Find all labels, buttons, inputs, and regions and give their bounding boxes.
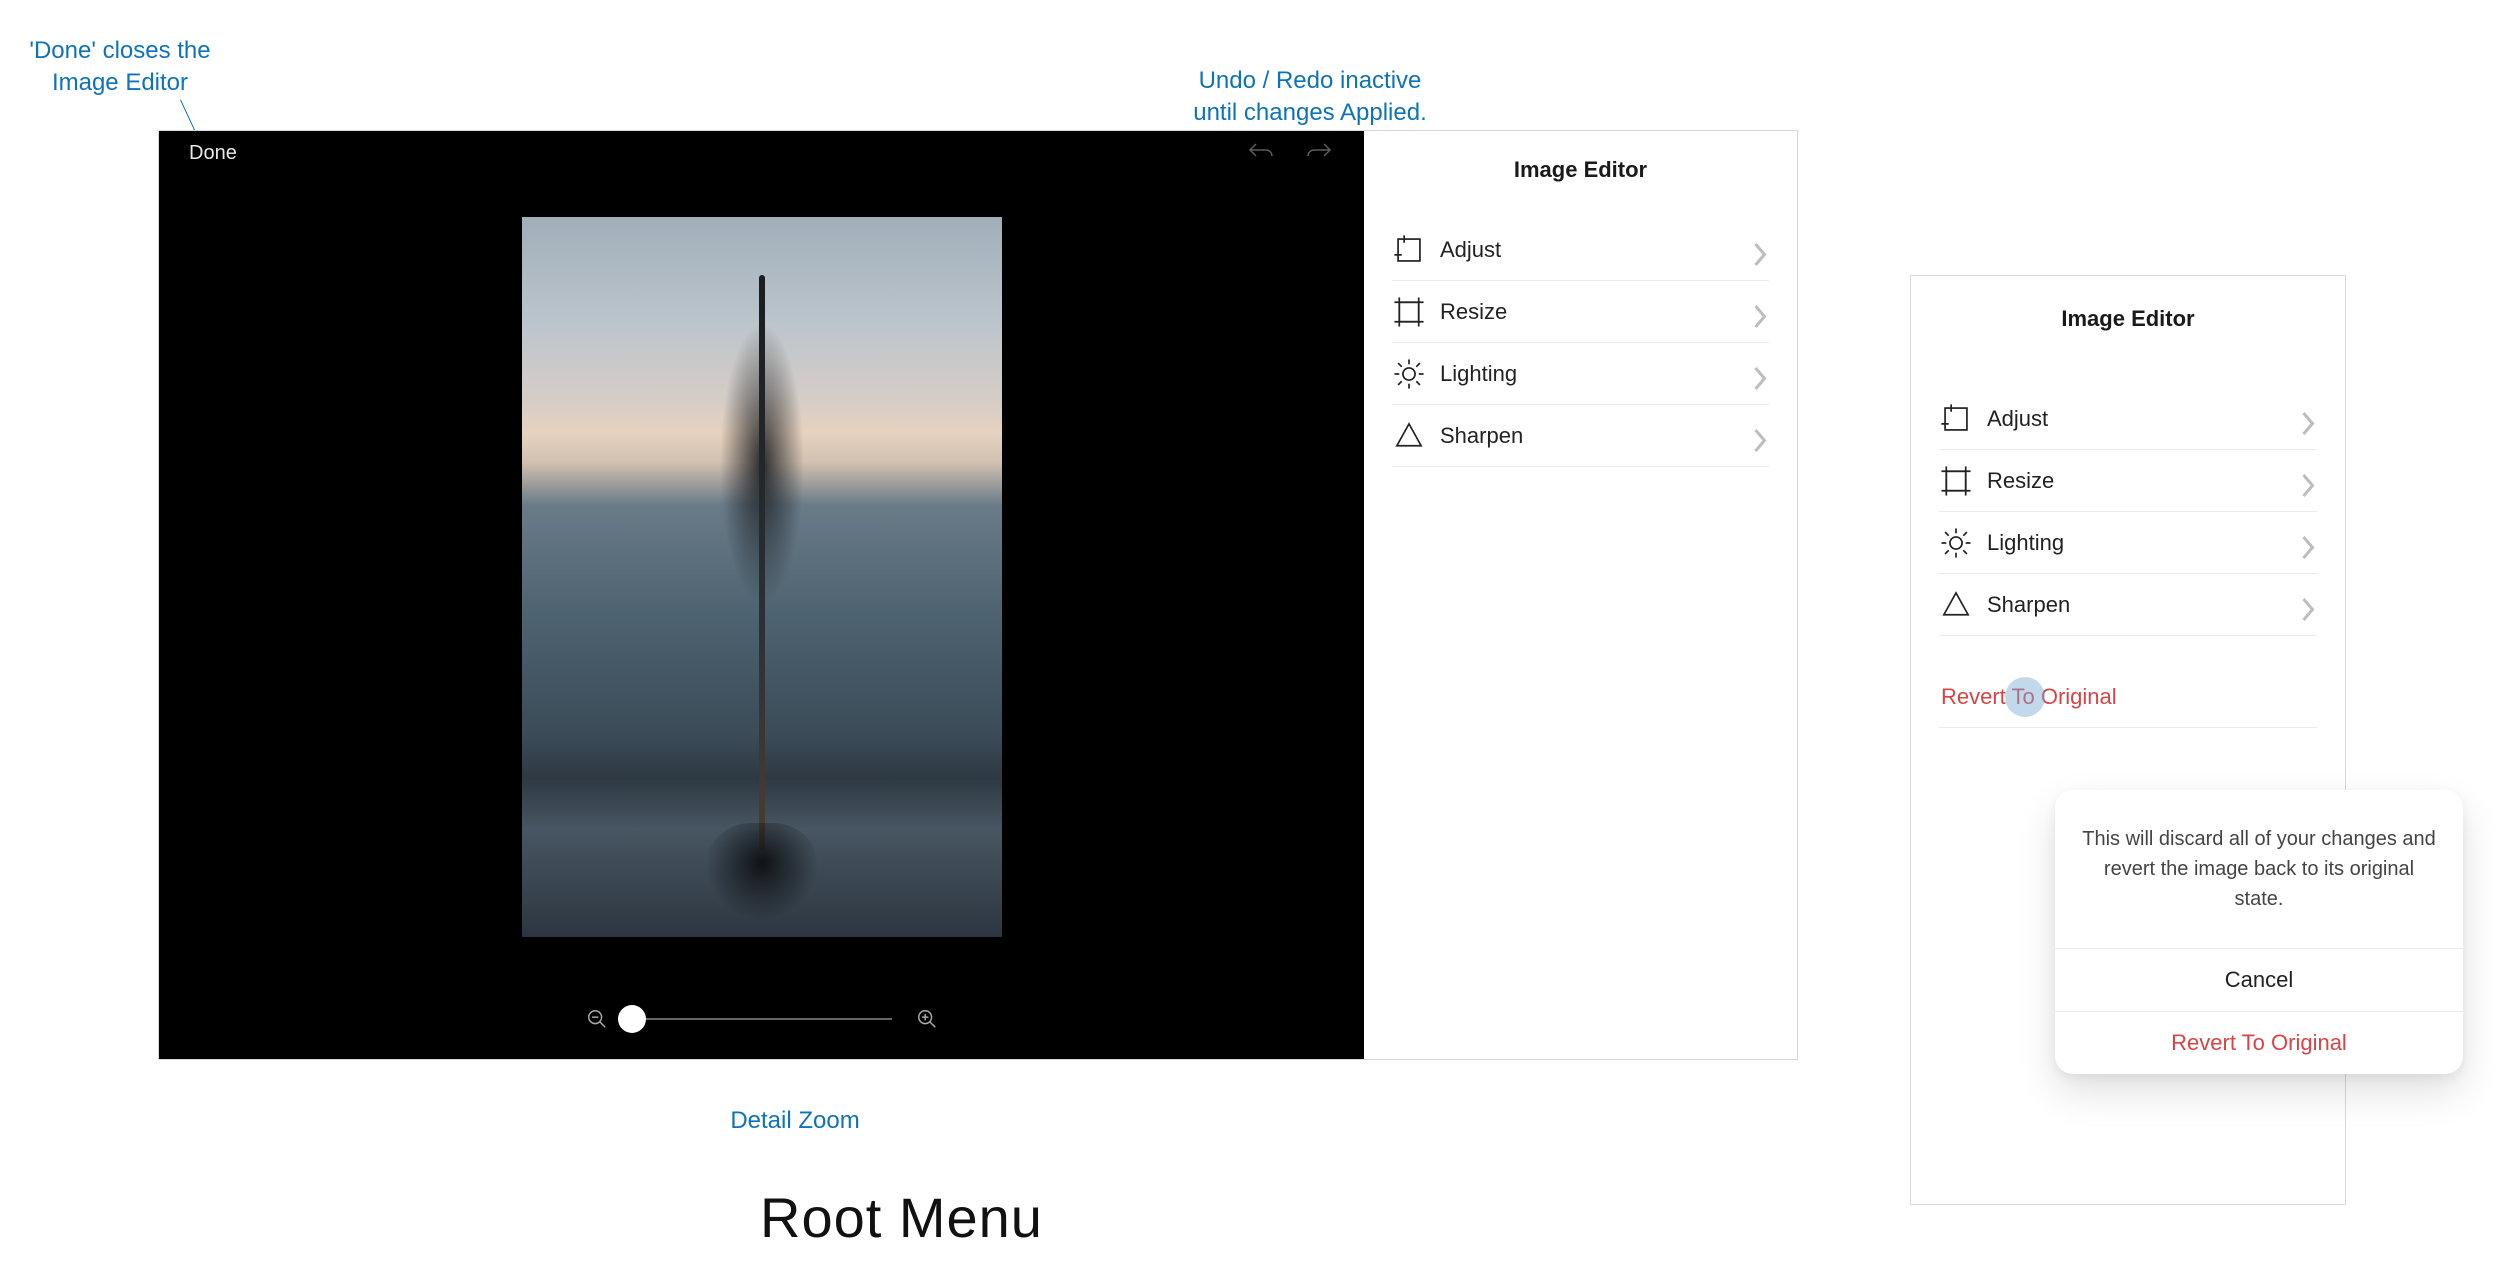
- menu-item-label: Lighting: [1987, 530, 2064, 556]
- section-heading: Root Menu: [760, 1185, 1043, 1250]
- annotation-undo-redo: Undo / Redo inactive until changes Appli…: [1170, 65, 1450, 130]
- sharpen-icon: [1392, 419, 1426, 453]
- popover-message: This will discard all of your changes an…: [2055, 790, 2463, 949]
- annotation-text: until changes Applied.: [1170, 97, 1450, 129]
- menu-item-lighting[interactable]: Lighting: [1939, 512, 2317, 574]
- chevron-right-icon: [2299, 596, 2317, 614]
- zoom-slider[interactable]: [632, 1018, 892, 1020]
- menu-item-label: Sharpen: [1987, 592, 2070, 618]
- cancel-button[interactable]: Cancel: [2055, 949, 2463, 1012]
- revert-to-original-button[interactable]: Revert To Original: [1939, 666, 2317, 728]
- annotation-detail-zoom: Detail Zoom: [710, 1105, 880, 1137]
- menu-item-label: Resize: [1440, 299, 1507, 325]
- confirm-revert-button[interactable]: Revert To Original: [2055, 1012, 2463, 1074]
- menu-item-adjust[interactable]: Adjust: [1392, 219, 1769, 281]
- sidebar-title: Image Editor: [1911, 276, 2345, 388]
- revert-confirmation-popover: This will discard all of your changes an…: [2055, 790, 2463, 1074]
- edited-image[interactable]: [522, 217, 1002, 937]
- menu-item-label: Adjust: [1440, 237, 1501, 263]
- canvas-toolbar: Done: [159, 131, 1364, 175]
- zoom-slider-thumb[interactable]: [618, 1005, 646, 1033]
- chevron-right-icon: [1751, 365, 1769, 383]
- annotation-done-closes: 'Done' closes the Image Editor: [20, 35, 220, 100]
- editor-menu: Adjust Resize Lighting Sharpen Reve: [1911, 388, 2345, 728]
- chevron-right-icon: [1751, 241, 1769, 259]
- image-editor-window: Done: [158, 130, 1798, 1060]
- image-content: [759, 275, 765, 851]
- zoom-out-icon[interactable]: [586, 1008, 608, 1030]
- chevron-right-icon: [1751, 427, 1769, 445]
- menu-item-resize[interactable]: Resize: [1392, 281, 1769, 343]
- canvas-body: [159, 175, 1364, 979]
- resize-icon: [1939, 464, 1973, 498]
- menu-item-label: Lighting: [1440, 361, 1517, 387]
- sidebar-title: Image Editor: [1364, 131, 1797, 219]
- editor-menu: Adjust Resize Lighting: [1364, 219, 1797, 467]
- chevron-right-icon: [2299, 534, 2317, 552]
- undo-redo-group: [1246, 140, 1334, 166]
- redo-icon[interactable]: [1304, 140, 1334, 166]
- annotation-text: 'Done' closes the: [20, 35, 220, 67]
- menu-item-label: Resize: [1987, 468, 2054, 494]
- undo-icon[interactable]: [1246, 140, 1276, 166]
- annotation-text: Image Editor: [20, 67, 220, 99]
- chevron-right-icon: [2299, 410, 2317, 428]
- adjust-icon: [1392, 233, 1426, 267]
- menu-item-label: Adjust: [1987, 406, 2048, 432]
- touch-indicator-icon: [2005, 677, 2045, 717]
- chevron-right-icon: [1751, 303, 1769, 321]
- annotation-text: Undo / Redo inactive: [1170, 65, 1450, 97]
- canvas-area: Done: [159, 131, 1364, 1059]
- zoom-controls: [159, 979, 1364, 1059]
- menu-item-label: Sharpen: [1440, 423, 1523, 449]
- menu-item-sharpen[interactable]: Sharpen: [1939, 574, 2317, 636]
- sharpen-icon: [1939, 588, 1973, 622]
- adjust-icon: [1939, 402, 1973, 436]
- editor-sidebar: Image Editor Adjust Resize L: [1364, 131, 1797, 1059]
- resize-icon: [1392, 295, 1426, 329]
- zoom-in-icon[interactable]: [916, 1008, 938, 1030]
- lighting-icon: [1939, 526, 1973, 560]
- lighting-icon: [1392, 357, 1426, 391]
- menu-item-sharpen[interactable]: Sharpen: [1392, 405, 1769, 467]
- chevron-right-icon: [2299, 472, 2317, 490]
- image-content: [707, 823, 817, 923]
- menu-item-resize[interactable]: Resize: [1939, 450, 2317, 512]
- menu-item-lighting[interactable]: Lighting: [1392, 343, 1769, 405]
- menu-item-adjust[interactable]: Adjust: [1939, 388, 2317, 450]
- done-button[interactable]: Done: [189, 142, 237, 165]
